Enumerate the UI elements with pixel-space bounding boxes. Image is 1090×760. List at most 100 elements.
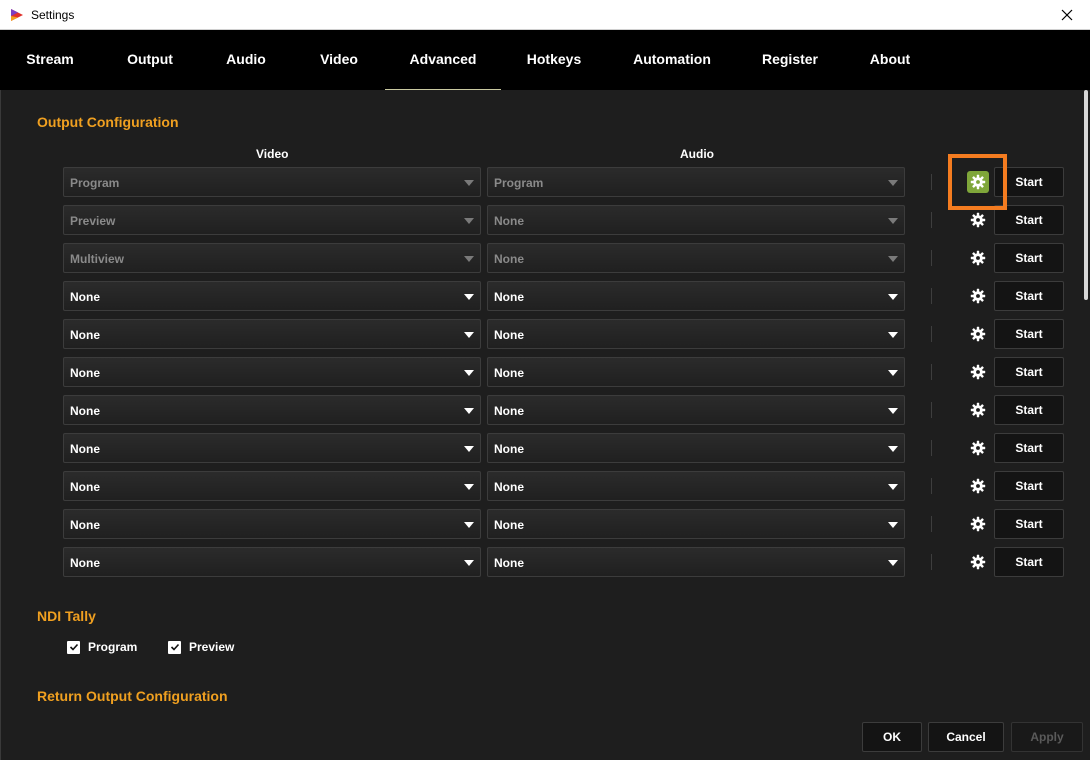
output-settings-button[interactable] (967, 285, 989, 307)
app-logo-icon (11, 9, 23, 21)
output-settings-button[interactable] (967, 551, 989, 573)
row-separator (931, 516, 932, 532)
video-source-dropdown[interactable]: Preview (63, 205, 481, 235)
video-source-value: None (70, 442, 100, 456)
ndi-tally-program-checkbox[interactable]: Program (67, 640, 137, 654)
video-source-dropdown[interactable]: None (63, 357, 481, 387)
gear-icon (970, 516, 986, 532)
start-output-button[interactable]: Start (994, 471, 1064, 501)
output-settings-button[interactable] (967, 323, 989, 345)
video-source-dropdown[interactable]: None (63, 281, 481, 311)
chevron-down-icon (464, 218, 474, 224)
ndi-tally-preview-checkbox[interactable]: Preview (168, 640, 234, 654)
row-separator (931, 250, 932, 266)
audio-source-value: None (494, 480, 524, 494)
chevron-down-icon (888, 256, 898, 262)
gear-icon (970, 326, 986, 342)
tab-hotkeys[interactable]: Hotkeys (514, 30, 594, 90)
audio-source-dropdown[interactable]: None (487, 509, 905, 539)
audio-source-dropdown[interactable]: None (487, 471, 905, 501)
video-source-dropdown[interactable]: None (63, 433, 481, 463)
audio-source-dropdown[interactable]: None (487, 243, 905, 273)
tab-about[interactable]: About (850, 30, 930, 90)
start-output-button[interactable]: Start (994, 243, 1064, 273)
output-settings-button[interactable] (967, 437, 989, 459)
tab-audio[interactable]: Audio (206, 30, 286, 90)
output-settings-button[interactable] (967, 209, 989, 231)
close-icon (1061, 9, 1073, 21)
audio-source-dropdown[interactable]: Program (487, 167, 905, 197)
chevron-down-icon (464, 256, 474, 262)
video-source-dropdown[interactable]: None (63, 319, 481, 349)
checkbox-box[interactable] (168, 640, 181, 654)
chevron-down-icon (888, 560, 898, 566)
audio-source-dropdown[interactable]: None (487, 281, 905, 311)
output-settings-button[interactable] (967, 361, 989, 383)
chevron-down-icon (464, 446, 474, 452)
row-separator (931, 174, 932, 190)
row-separator (931, 326, 932, 342)
chevron-down-icon (464, 522, 474, 528)
video-source-value: None (70, 518, 100, 532)
output-settings-button[interactable] (967, 399, 989, 421)
audio-source-dropdown[interactable]: None (487, 433, 905, 463)
video-source-dropdown[interactable]: Program (63, 167, 481, 197)
start-output-button[interactable]: Start (994, 319, 1064, 349)
output-configuration-title: Output Configuration (37, 114, 179, 130)
close-button[interactable] (1044, 0, 1090, 30)
tab-automation[interactable]: Automation (626, 30, 718, 90)
output-settings-button[interactable] (967, 247, 989, 269)
tab-register[interactable]: Register (750, 30, 830, 90)
row-separator (931, 478, 932, 494)
output-settings-button[interactable] (967, 475, 989, 497)
row-separator (931, 288, 932, 304)
start-output-button[interactable]: Start (994, 509, 1064, 539)
tab-video[interactable]: Video (299, 30, 379, 90)
start-output-button[interactable]: Start (994, 547, 1064, 577)
tab-advanced[interactable]: Advanced (385, 30, 501, 90)
start-output-button[interactable]: Start (994, 357, 1064, 387)
chevron-down-icon (464, 408, 474, 414)
checkbox-box[interactable] (67, 640, 80, 654)
audio-source-dropdown[interactable]: None (487, 547, 905, 577)
chevron-down-icon (888, 484, 898, 490)
audio-source-value: Program (494, 176, 544, 190)
chevron-down-icon (888, 218, 898, 224)
cancel-button[interactable]: Cancel (928, 722, 1004, 752)
video-source-dropdown[interactable]: None (63, 547, 481, 577)
audio-source-dropdown[interactable]: None (487, 205, 905, 235)
checkmark-icon (170, 643, 179, 651)
audio-source-dropdown[interactable]: None (487, 395, 905, 425)
video-source-dropdown[interactable]: None (63, 509, 481, 539)
vertical-scrollbar[interactable] (1082, 90, 1090, 760)
video-source-dropdown[interactable]: None (63, 471, 481, 501)
output-settings-button[interactable] (967, 513, 989, 535)
start-output-button[interactable]: Start (994, 433, 1064, 463)
video-source-value: None (70, 366, 100, 380)
tab-stream[interactable]: Stream (10, 30, 90, 90)
gear-icon (970, 364, 986, 380)
audio-source-dropdown[interactable]: None (487, 357, 905, 387)
video-source-value: Multiview (70, 252, 125, 266)
scrollbar-thumb[interactable] (1084, 90, 1088, 300)
video-source-dropdown[interactable]: Multiview (63, 243, 481, 273)
start-output-button[interactable]: Start (994, 395, 1064, 425)
ok-button[interactable]: OK (862, 722, 922, 752)
video-source-value: None (70, 556, 100, 570)
chevron-down-icon (464, 484, 474, 490)
video-source-value: None (70, 328, 100, 342)
gear-icon (970, 554, 986, 570)
start-output-button[interactable]: Start (994, 281, 1064, 311)
gear-icon (970, 212, 986, 228)
video-source-dropdown[interactable]: None (63, 395, 481, 425)
gear-icon (970, 478, 986, 494)
checkbox-label: Program (88, 640, 138, 654)
audio-source-dropdown[interactable]: None (487, 319, 905, 349)
row-separator (931, 554, 932, 570)
row-separator (931, 364, 932, 380)
apply-button[interactable]: Apply (1011, 722, 1083, 752)
tab-output[interactable]: Output (110, 30, 190, 90)
video-source-value: Preview (70, 214, 116, 228)
gear-icon (970, 440, 986, 456)
video-source-value: Program (70, 176, 120, 190)
